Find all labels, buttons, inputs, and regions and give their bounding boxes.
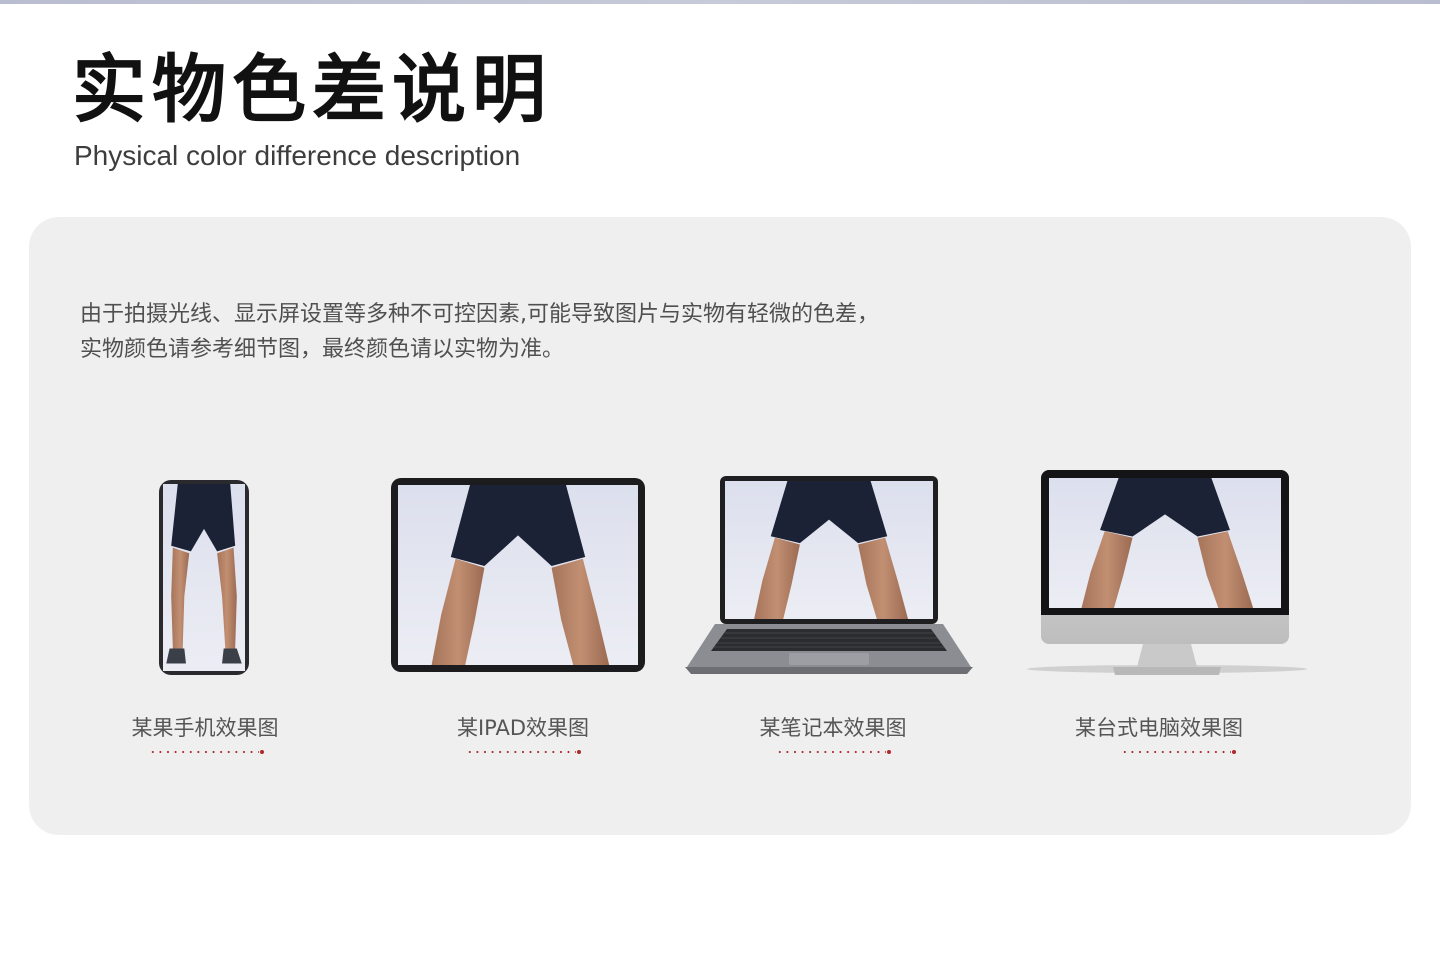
caption-ipad: 某IPAD效果图 [456, 716, 590, 740]
notice-line-2: 实物颜色请参考细节图，最终颜色请以实物为准。 [80, 337, 565, 362]
tablet-icon [390, 477, 646, 673]
caption-divider-laptop [776, 750, 886, 754]
page-subtitle: Physical color difference description [74, 140, 521, 171]
laptop-icon [685, 475, 973, 675]
desktop-monitor-icon [1025, 469, 1309, 683]
phone-icon [158, 479, 250, 676]
caption-divider-end-phone [260, 750, 264, 754]
top-rule [0, 0, 1440, 4]
notice-text: 由于拍摄光线、显示屏设置等多种不可控因素,可能导致图片与实物有轻微的色差， 实物… [80, 297, 1080, 367]
info-panel: 由于拍摄光线、显示屏设置等多种不可控因素,可能导致图片与实物有轻微的色差， 实物… [29, 217, 1411, 835]
caption-desktop: 某台式电脑效果图 [1075, 716, 1243, 740]
caption-phone: 某果手机效果图 [131, 716, 279, 740]
caption-divider-end-desktop [1232, 750, 1236, 754]
caption-divider-end-laptop [887, 750, 891, 754]
page-title: 实物色差说明 [72, 47, 552, 133]
caption-divider-desktop [1121, 750, 1231, 754]
caption-divider-end-ipad [577, 750, 581, 754]
caption-laptop: 某笔记本效果图 [759, 716, 907, 740]
notice-line-1: 由于拍摄光线、显示屏设置等多种不可控因素,可能导致图片与实物有轻微的色差， [80, 302, 879, 327]
caption-divider-ipad [466, 750, 576, 754]
caption-divider-phone [149, 750, 259, 754]
